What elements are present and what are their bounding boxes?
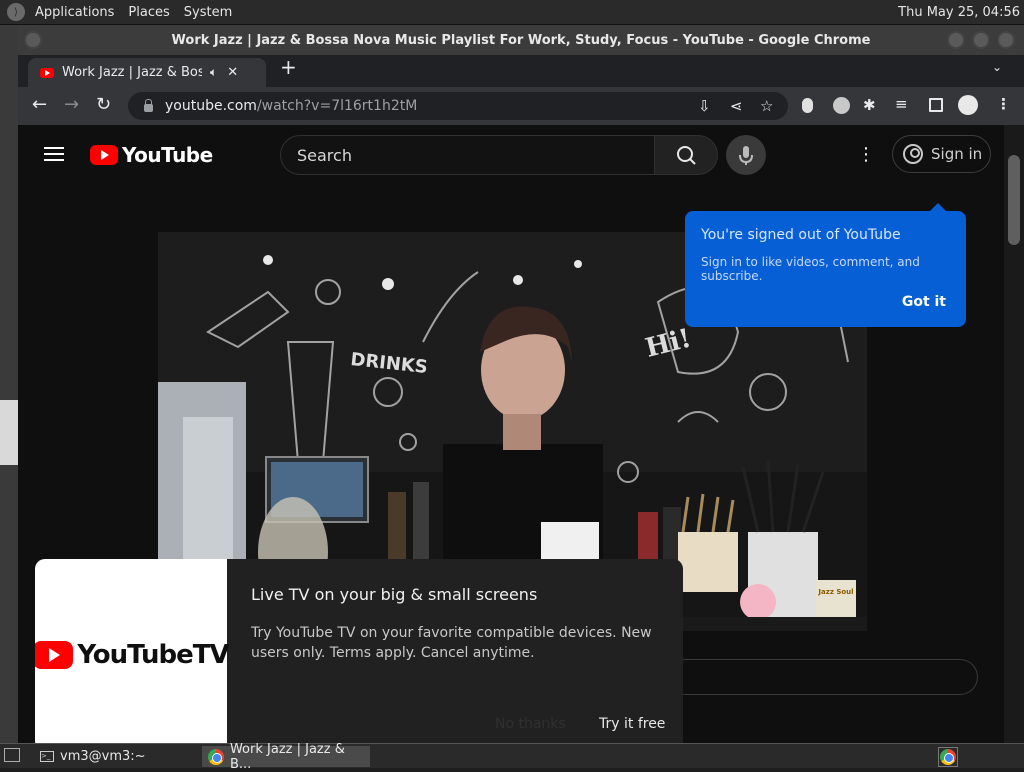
tray-chrome-logo-icon [940, 749, 956, 765]
tab-close-icon[interactable]: ✕ [227, 65, 238, 80]
lock-icon[interactable] [144, 99, 153, 112]
youtube-tv-promo: YouTubeTV Live TV on your big & small sc… [35, 559, 683, 751]
maximize-icon[interactable] [972, 31, 990, 49]
youtube-page: YouTube ⋮ Sign in [18, 125, 1004, 772]
side-panel-icon[interactable] [929, 98, 943, 112]
search-box [280, 135, 718, 175]
reload-icon[interactable]: ↻ [96, 94, 111, 115]
youtube-logo-text: YouTube [122, 143, 213, 167]
browser-toolbar: ← → ↻ youtube.com/watch?v=7l16rt1h2tM ⇩ … [18, 87, 1024, 125]
menu-system[interactable]: System [178, 5, 240, 20]
chrome-window: Work Jazz | Jazz & Bossa Nova Music Play… [18, 25, 1024, 772]
window-menu-icon[interactable] [24, 31, 42, 49]
youtube-logo[interactable]: YouTube [90, 143, 213, 167]
youtube-tv-play-icon [35, 641, 74, 669]
forward-arrow-icon[interactable]: → [64, 94, 79, 115]
chrome-icon [208, 748, 224, 765]
hamburger-menu-icon[interactable] [44, 147, 64, 161]
install-app-icon[interactable]: ⇩ [698, 97, 711, 115]
panel-clock[interactable]: Thu May 25, 04:56 [898, 5, 1024, 20]
new-tab-icon[interactable]: + [280, 55, 297, 79]
tab-work-jazz[interactable]: Work Jazz | Jazz & Bossa Nova Music Play… [28, 58, 266, 87]
promo-title: Live TV on your big & small screens [251, 585, 538, 604]
chrome-menu-icon[interactable]: ⋮ [996, 95, 1011, 113]
profile-avatar-icon[interactable] [958, 95, 978, 115]
scrollbar-thumb[interactable] [1008, 155, 1020, 245]
extensions-puzzle-icon[interactable]: ✱ [863, 96, 876, 114]
desktop-window-edge [0, 400, 18, 465]
sign-in-label: Sign in [931, 145, 983, 163]
system-top-panel: ⟩ Applications Places System Thu May 25,… [0, 0, 1024, 25]
voice-search-button[interactable] [726, 135, 766, 175]
page-scrollbar[interactable] [1004, 125, 1024, 743]
taskbar-item-terminal[interactable]: >_ vm3@vm3:~ [34, 746, 198, 767]
window-title: Work Jazz | Jazz & Bossa Nova Music Play… [171, 32, 871, 48]
signed-out-callout: You're signed out of YouTube Sign in to … [685, 203, 966, 327]
taskbar-chrome-label: Work Jazz | Jazz & B... [229, 741, 345, 772]
distro-logo-icon[interactable]: ⟩ [7, 3, 25, 21]
callout-subtext: Sign in to like videos, comment, and sub… [701, 255, 920, 283]
tab-title: Work Jazz | Jazz & Bossa Nova Music Play… [62, 65, 202, 80]
close-window-icon[interactable] [997, 31, 1015, 49]
speaker-icon[interactable]: 🔈︎ [210, 65, 217, 80]
menu-applications[interactable]: Applications [27, 5, 122, 20]
menu-places[interactable]: Places [122, 5, 177, 20]
address-bar[interactable]: youtube.com/watch?v=7l16rt1h2tM ⇩ ⋖ ☆ [128, 92, 788, 120]
youtube-tv-logo-text: YouTubeTV [77, 640, 229, 670]
promo-body: Try YouTube TV on your favorite compatib… [251, 625, 652, 661]
microphone-icon [739, 146, 753, 165]
extension-globe-icon[interactable] [833, 97, 850, 114]
channel-badge-text: Jazz Soul [817, 588, 853, 596]
media-controls-icon[interactable]: ≡ [895, 95, 908, 113]
youtube-favicon-icon [40, 67, 54, 78]
comment-box-outline[interactable] [668, 659, 978, 695]
desktop-background [0, 25, 18, 743]
tray-chrome-icon[interactable] [938, 747, 958, 767]
tab-search-chevron-icon[interactable]: ⌄ [992, 60, 1002, 74]
search-icon [677, 146, 696, 165]
youtube-play-icon [90, 145, 118, 165]
extension-mouse-icon[interactable] [802, 98, 813, 113]
window-titlebar[interactable]: Work Jazz | Jazz & Bossa Nova Music Play… [18, 25, 1024, 55]
show-desktop-icon[interactable] [4, 748, 20, 762]
minimize-icon[interactable] [947, 31, 965, 49]
search-input[interactable] [280, 135, 655, 175]
try-it-free-button[interactable]: Try it free [599, 716, 665, 732]
url-text[interactable]: youtube.com/watch?v=7l16rt1h2tM [165, 98, 417, 114]
terminal-icon: >_ [40, 751, 54, 762]
account-circle-icon [903, 144, 923, 164]
callout-heading: You're signed out of YouTube [701, 227, 901, 243]
search-button[interactable] [654, 135, 718, 175]
share-icon[interactable]: ⋖ [730, 97, 743, 115]
taskbar-terminal-label: vm3@vm3:~ [60, 749, 146, 764]
got-it-button[interactable]: Got it [902, 294, 946, 310]
no-thanks-button[interactable]: No thanks [495, 716, 566, 732]
taskbar-item-chrome[interactable]: Work Jazz | Jazz & B... [202, 742, 370, 772]
youtube-tv-art: YouTubeTV [35, 559, 230, 751]
system-taskbar: >_ vm3@vm3:~ Work Jazz | Jazz & B... [0, 742, 1024, 772]
sign-in-button[interactable]: Sign in [892, 135, 991, 173]
settings-more-icon[interactable]: ⋮ [856, 145, 876, 165]
back-arrow-icon[interactable]: ← [32, 94, 47, 115]
bookmark-star-icon[interactable]: ☆ [760, 97, 773, 115]
tab-strip: Work Jazz | Jazz & Bossa Nova Music Play… [18, 55, 1024, 87]
